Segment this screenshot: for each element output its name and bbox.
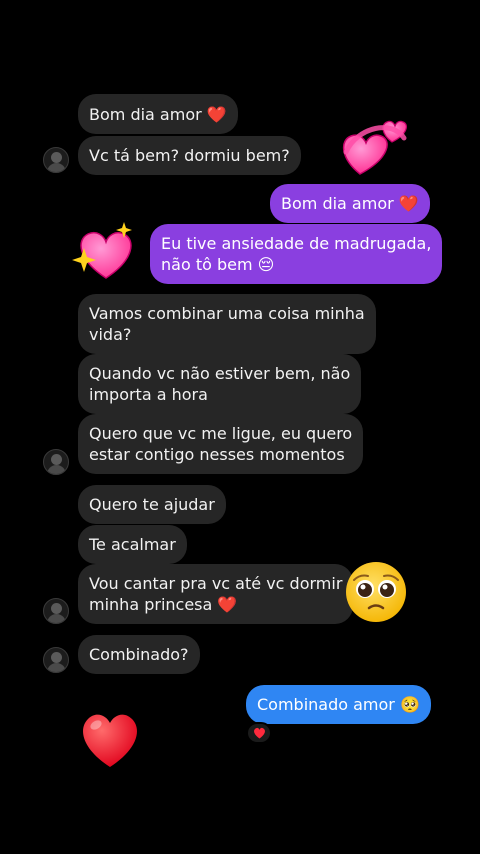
red-heart-sticker	[83, 714, 137, 767]
two-hearts-sticker	[342, 120, 407, 175]
avatar[interactable]	[43, 647, 69, 673]
avatar[interactable]	[43, 598, 69, 624]
message-incoming[interactable]: Vc tá bem? dormiu bem?	[78, 136, 301, 175]
message-incoming[interactable]: Vou cantar pra vc até vc dormir minha pr…	[78, 564, 354, 624]
message-outgoing[interactable]: Combinado amor 🥺	[246, 685, 431, 724]
message-incoming[interactable]: Quero te ajudar	[78, 485, 226, 524]
sparkling-heart-sticker	[72, 222, 132, 279]
pleading-face-sticker	[346, 562, 406, 622]
message-outgoing[interactable]: Bom dia amor ❤️	[270, 184, 430, 223]
red-heart-icon	[253, 727, 265, 739]
avatar[interactable]	[43, 147, 69, 173]
message-incoming[interactable]: Quando vc não estiver bem, não importa a…	[78, 354, 362, 414]
message-incoming[interactable]: Combinado?	[78, 635, 200, 674]
message-outgoing[interactable]: Eu tive ansiedade de madrugada, não tô b…	[150, 224, 443, 284]
message-incoming[interactable]: Quero que vc me ligue, eu quero estar co…	[78, 414, 364, 474]
message-incoming[interactable]: Te acalmar	[78, 525, 187, 564]
message-incoming[interactable]: Vamos combinar uma coisa minha vida?	[78, 294, 376, 354]
chat-thread: Bom dia amor ❤️ Vc tá bem? dormiu bem? B…	[0, 0, 480, 854]
message-incoming[interactable]: Bom dia amor ❤️	[78, 94, 238, 134]
heart-reaction[interactable]	[246, 722, 272, 744]
avatar[interactable]	[43, 449, 69, 475]
